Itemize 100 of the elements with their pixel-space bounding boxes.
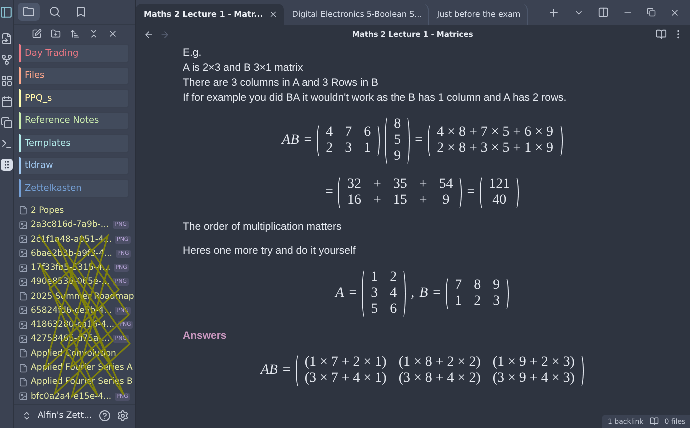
file-item[interactable]: 2025 Summer Roadmap — [31, 292, 134, 302]
tab[interactable]: Maths 2 Lecture 1 - Matr... — [136, 4, 284, 25]
paragraph: Heres one more try and do it yourself — [183, 244, 357, 259]
math-symbol: = — [304, 133, 312, 149]
file-item[interactable]: 42753465-d75a-... — [31, 334, 110, 344]
file-item[interactable]: Applied Convolution — [31, 348, 116, 359]
search-icon[interactable] — [49, 6, 61, 18]
image-file-icon — [19, 235, 28, 244]
matrix-entry: 7 — [455, 278, 462, 294]
text-line: E.g. — [183, 46, 203, 61]
tab[interactable]: Digital Electronics 5-Boolean S... — [284, 4, 430, 25]
sidebar-toggle-icon[interactable] — [0, 6, 13, 19]
image-file-icon — [19, 220, 28, 230]
file-icon — [19, 206, 28, 216]
math-symbol: = — [326, 185, 334, 201]
matrix-entry: 16 — [347, 193, 362, 209]
matrix-entry: 121 — [489, 177, 510, 193]
image-file-icon — [19, 306, 28, 316]
file-item[interactable]: Applied Fourier Series A — [31, 363, 133, 374]
math-symbol: = — [415, 133, 424, 149]
tab[interactable]: Just before the exam — [429, 4, 528, 25]
matrix-entry: 5 — [371, 302, 378, 318]
matrix-entry: 54 — [439, 177, 454, 193]
heading: Answers — [183, 329, 228, 344]
math-variable: AB — [282, 133, 300, 149]
folder-tab[interactable] — [18, 3, 40, 22]
matrix-entry: 2 — [326, 141, 334, 157]
help-icon[interactable] — [99, 410, 111, 422]
folder-item[interactable]: Templates — [19, 134, 129, 153]
file-item[interactable]: 2 Popes — [31, 206, 64, 216]
text-line: If for example you did BA it wouldn't work as the B has 1 column and A has 2 rows. — [183, 91, 568, 106]
math-symbol: = — [467, 185, 476, 201]
close-icon[interactable] — [269, 10, 278, 19]
file-item[interactable]: 41863280-ca16-4... — [31, 320, 115, 330]
matrix-entry: 4 × 8 + 7 × 5 + 6 × 9 — [437, 125, 554, 141]
file-item[interactable]: 65824fd6-ce5b-4... — [31, 306, 112, 316]
matrix-entry: 1 — [455, 294, 462, 310]
folder-icon[interactable] — [23, 6, 35, 18]
matrix-entry: + — [373, 177, 382, 193]
matrix-entry: 2 × 8 + 3 × 5 + 1 × 9 — [437, 141, 554, 157]
matrix-entry: 4 — [390, 286, 398, 302]
new-tab-icon[interactable] — [548, 6, 560, 18]
matrix-entry: 40 — [492, 193, 508, 209]
folder-item[interactable]: tldraw — [19, 156, 129, 176]
math-variable: AB — [260, 363, 278, 379]
file-item[interactable]: 490e8536-065e-... — [31, 277, 110, 288]
split-view-icon[interactable] — [598, 7, 609, 18]
bookmark-icon[interactable] — [75, 6, 87, 18]
matrix-entry: 5 — [394, 133, 402, 149]
folder-item[interactable]: PPQ_s — [19, 89, 129, 108]
new-note-icon[interactable] — [32, 29, 42, 40]
folder-item[interactable]: Files — [19, 66, 129, 86]
file-item[interactable]: 17f33fb5-5315-4... — [31, 263, 111, 274]
settings-icon[interactable] — [117, 410, 129, 422]
restore-icon[interactable] — [646, 8, 656, 17]
grid-icon[interactable] — [0, 75, 12, 87]
new-folder-icon[interactable] — [50, 29, 60, 40]
matrix-entry: 1 — [371, 270, 378, 286]
matrix-entry: 4 — [326, 125, 334, 141]
grip-icon[interactable] — [0, 159, 12, 171]
math-symbol: = — [282, 363, 291, 379]
math-variable: B — [420, 286, 428, 302]
collapse-icon[interactable] — [88, 29, 98, 40]
image-file-icon — [19, 334, 28, 344]
calendar-icon[interactable] — [0, 96, 12, 108]
back-icon[interactable] — [144, 30, 154, 40]
matrix-entry: 8 — [394, 117, 402, 133]
matrix-entry: (3 × 8 + 4 × 2) — [398, 371, 481, 387]
matrix-entry: 3 — [493, 294, 500, 310]
up-down-icon[interactable] — [22, 411, 32, 422]
matrix-entry: 7 — [345, 125, 352, 141]
image-file-icon — [19, 278, 28, 287]
image-file-icon — [19, 392, 28, 402]
math-symbol: = — [349, 286, 358, 302]
matrix-entry: 1 — [364, 141, 372, 157]
file-link-icon[interactable] — [0, 33, 12, 45]
file-item[interactable]: 6bae2b3b-a9f3-4... — [31, 248, 113, 259]
matrix-entry: + — [419, 177, 428, 193]
sort-icon[interactable] — [70, 29, 80, 40]
folder-item[interactable]: Reference Notes — [19, 112, 129, 130]
file-item[interactable]: Applied Fourier Series B — [31, 377, 133, 388]
text-line: There are 3 columns in A and 3 Rows in B — [183, 76, 380, 91]
vault-name[interactable]: Alfin's Zett... — [38, 411, 93, 422]
matrix-entry: (3 × 7 + 4 × 1) — [304, 371, 387, 387]
close-icon[interactable] — [670, 8, 680, 18]
paragraph: The order of multiplication matters — [183, 220, 343, 235]
graph-icon[interactable] — [0, 54, 12, 66]
math-symbol: , — [411, 286, 415, 302]
terminal-icon[interactable] — [0, 138, 12, 150]
close-icon[interactable] — [108, 29, 118, 40]
file-item[interactable]: bfc0a2a4-e15e-4... — [31, 392, 112, 402]
reading-view-icon[interactable] — [656, 29, 667, 40]
matrix-entry: (3 × 9 + 4 × 3) — [492, 371, 575, 387]
copy-icon[interactable] — [0, 117, 12, 129]
file-item[interactable]: 2c1f1a48-a051-4... — [31, 234, 112, 244]
book-icon[interactable] — [650, 417, 659, 426]
matrix-entry: 9 — [493, 278, 500, 294]
file-item[interactable]: 2a3c816d-7a9b-... — [31, 220, 109, 230]
image-file-icon — [19, 320, 28, 330]
math-symbol: = — [433, 286, 442, 302]
